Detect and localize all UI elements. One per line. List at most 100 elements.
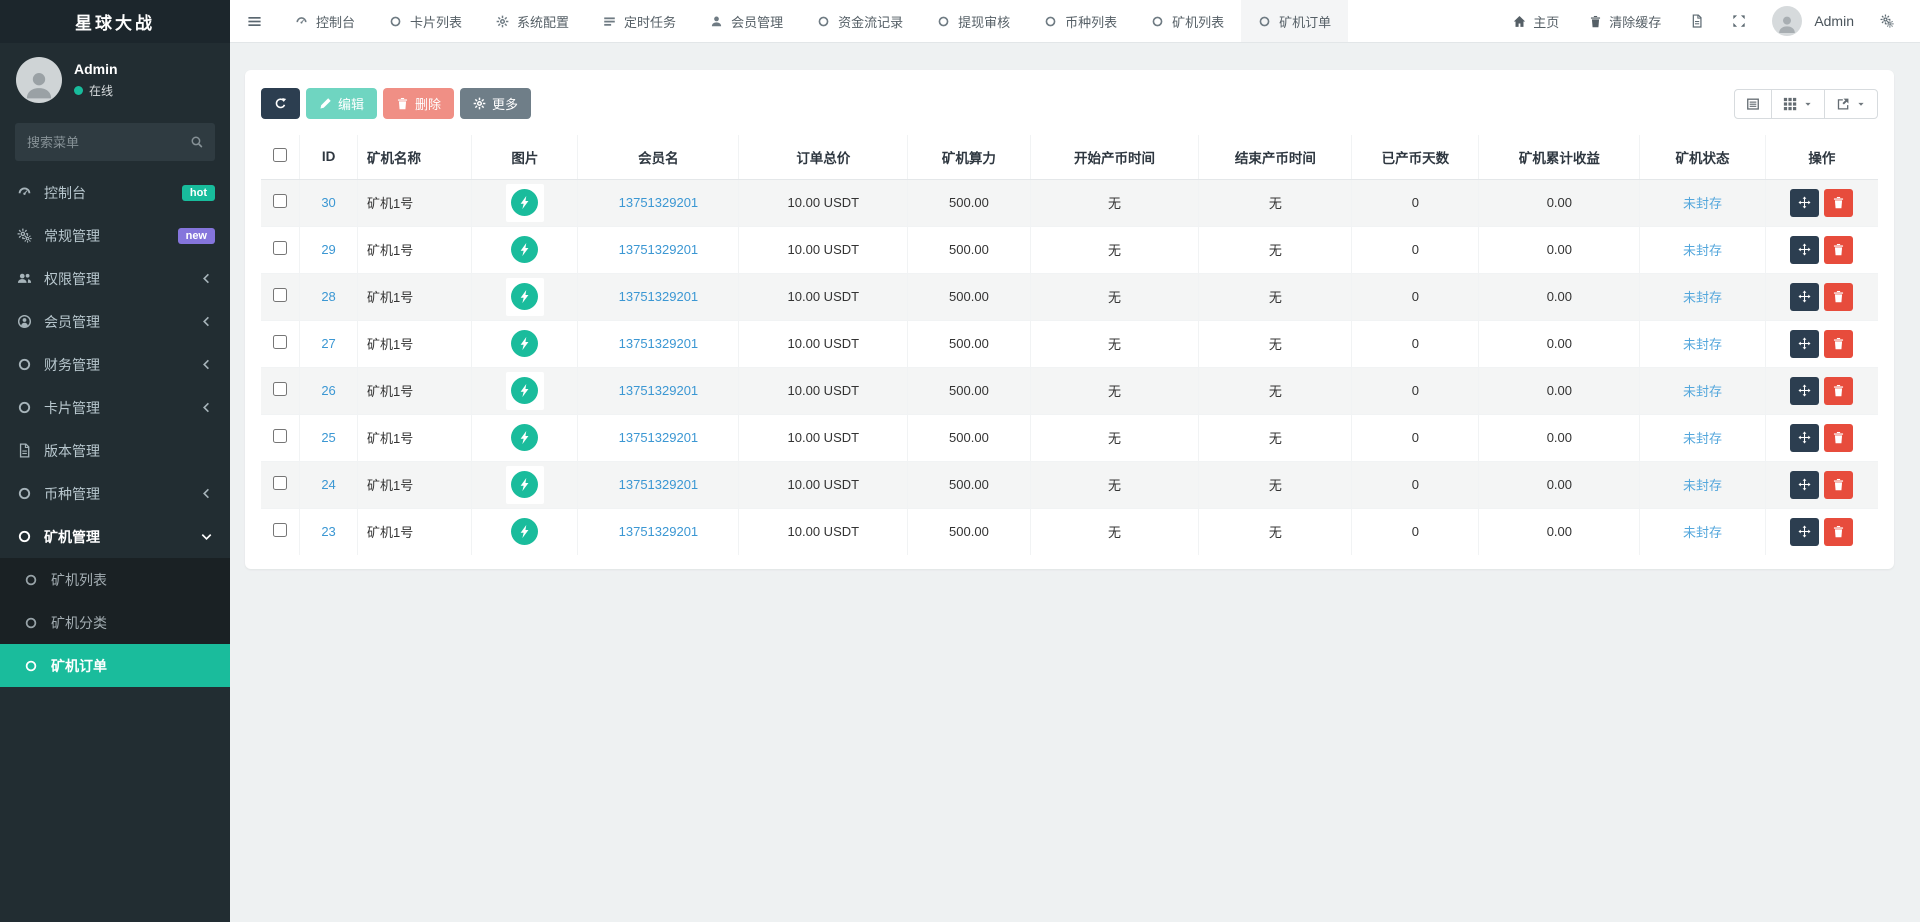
more-button[interactable]: 更多	[460, 88, 531, 119]
tab-miner-orders[interactable]: 矿机订单	[1241, 0, 1348, 42]
sidebar-item-coins[interactable]: 币种管理	[0, 472, 230, 515]
row-id-link[interactable]: 26	[321, 383, 335, 398]
delete-row-button[interactable]	[1824, 330, 1853, 358]
home-link[interactable]: 主页	[1500, 0, 1572, 43]
delete-button[interactable]: 删除	[383, 88, 454, 119]
tab-system-config[interactable]: 系统配置	[479, 0, 586, 42]
status-link[interactable]: 未封存	[1683, 196, 1722, 211]
miner-image[interactable]	[506, 184, 544, 222]
delete-row-button[interactable]	[1824, 377, 1853, 405]
move-row-button[interactable]	[1790, 424, 1819, 452]
row-id-link[interactable]: 25	[321, 430, 335, 445]
cell-hashrate: 500.00	[908, 273, 1030, 320]
move-row-button[interactable]	[1790, 330, 1819, 358]
detail-view-button[interactable]	[1734, 89, 1772, 119]
miner-image[interactable]	[506, 419, 544, 457]
sidebar-item-finance[interactable]: 财务管理	[0, 343, 230, 386]
status-link[interactable]: 未封存	[1683, 384, 1722, 399]
settings-button[interactable]	[1868, 0, 1906, 43]
sidebar-item-miners[interactable]: 矿机管理	[0, 515, 230, 558]
fullscreen-button[interactable]	[1720, 0, 1758, 43]
member-link[interactable]: 13751329201	[619, 336, 699, 351]
sidebar-subitem-miner-category[interactable]: 矿机分类	[0, 601, 230, 644]
row-id-link[interactable]: 23	[321, 524, 335, 539]
row-checkbox[interactable]	[273, 335, 287, 349]
row-checkbox[interactable]	[273, 194, 287, 208]
member-link[interactable]: 13751329201	[619, 430, 699, 445]
row-id-link[interactable]: 27	[321, 336, 335, 351]
move-row-button[interactable]	[1790, 283, 1819, 311]
move-row-button[interactable]	[1790, 518, 1819, 546]
tab-member-mgmt[interactable]: 会员管理	[693, 0, 800, 42]
miner-image[interactable]	[506, 372, 544, 410]
export-button[interactable]	[1824, 89, 1878, 119]
status-link[interactable]: 未封存	[1683, 290, 1722, 305]
navbar-username[interactable]: Admin	[1814, 13, 1854, 29]
miner-image[interactable]	[506, 466, 544, 504]
sidebar-item-console[interactable]: 控制台hot	[0, 171, 230, 214]
edit-button[interactable]: 编辑	[306, 88, 377, 119]
status-link[interactable]: 未封存	[1683, 431, 1722, 446]
row-checkbox[interactable]	[273, 382, 287, 396]
member-link[interactable]: 13751329201	[619, 477, 699, 492]
member-link[interactable]: 13751329201	[619, 195, 699, 210]
select-all-checkbox[interactable]	[273, 148, 287, 162]
row-checkbox[interactable]	[273, 288, 287, 302]
move-row-button[interactable]	[1790, 189, 1819, 217]
cell-order-total: 10.00 USDT	[739, 226, 908, 273]
row-checkbox[interactable]	[273, 429, 287, 443]
delete-row-button[interactable]	[1824, 189, 1853, 217]
delete-row-button[interactable]	[1824, 236, 1853, 264]
member-link[interactable]: 13751329201	[619, 524, 699, 539]
refresh-button[interactable]	[261, 88, 300, 119]
tab-card-list[interactable]: 卡片列表	[372, 0, 479, 42]
clear-cache-button[interactable]: 清除缓存	[1576, 0, 1674, 43]
move-row-button[interactable]	[1790, 377, 1819, 405]
columns-button[interactable]	[1771, 89, 1825, 119]
sidebar-item-general[interactable]: 常规管理new	[0, 214, 230, 257]
miner-image[interactable]	[506, 278, 544, 316]
row-checkbox[interactable]	[273, 476, 287, 490]
row-id-link[interactable]: 28	[321, 289, 335, 304]
tab-cron-tasks[interactable]: 定时任务	[586, 0, 693, 42]
circle-icon	[1151, 15, 1164, 28]
document-button[interactable]	[1678, 0, 1716, 43]
sidebar-subitem-miner-orders[interactable]: 矿机订单	[0, 644, 230, 687]
status-link[interactable]: 未封存	[1683, 337, 1722, 352]
grid-icon	[1783, 97, 1797, 111]
search-icon[interactable]	[190, 135, 204, 149]
tab-console[interactable]: 控制台	[278, 0, 372, 42]
sidebar-toggle-button[interactable]	[230, 0, 278, 42]
delete-row-button[interactable]	[1824, 424, 1853, 452]
member-link[interactable]: 13751329201	[619, 242, 699, 257]
sidebar-item-versions[interactable]: 版本管理	[0, 429, 230, 472]
tab-coin-list[interactable]: 币种列表	[1027, 0, 1134, 42]
row-checkbox[interactable]	[273, 523, 287, 537]
delete-row-button[interactable]	[1824, 283, 1853, 311]
row-checkbox[interactable]	[273, 241, 287, 255]
miner-image[interactable]	[506, 231, 544, 269]
miner-image[interactable]	[506, 513, 544, 551]
sidebar-item-permissions[interactable]: 权限管理	[0, 257, 230, 300]
member-link[interactable]: 13751329201	[619, 289, 699, 304]
menu-search-input[interactable]	[15, 123, 215, 161]
tab-miner-list[interactable]: 矿机列表	[1134, 0, 1241, 42]
miner-image[interactable]	[506, 325, 544, 363]
row-id-link[interactable]: 30	[321, 195, 335, 210]
row-id-link[interactable]: 24	[321, 477, 335, 492]
delete-row-button[interactable]	[1824, 471, 1853, 499]
status-link[interactable]: 未封存	[1683, 525, 1722, 540]
sidebar-item-cards[interactable]: 卡片管理	[0, 386, 230, 429]
delete-row-button[interactable]	[1824, 518, 1853, 546]
sidebar-subitem-miner-list[interactable]: 矿机列表	[0, 558, 230, 601]
row-id-link[interactable]: 29	[321, 242, 335, 257]
move-row-button[interactable]	[1790, 471, 1819, 499]
status-link[interactable]: 未封存	[1683, 243, 1722, 258]
status-link[interactable]: 未封存	[1683, 478, 1722, 493]
sidebar-item-members[interactable]: 会员管理	[0, 300, 230, 343]
move-row-button[interactable]	[1790, 236, 1819, 264]
tab-withdraw-review[interactable]: 提现审核	[920, 0, 1027, 42]
navbar-avatar[interactable]	[1772, 6, 1802, 36]
tab-fund-records[interactable]: 资金流记录	[800, 0, 920, 42]
member-link[interactable]: 13751329201	[619, 383, 699, 398]
